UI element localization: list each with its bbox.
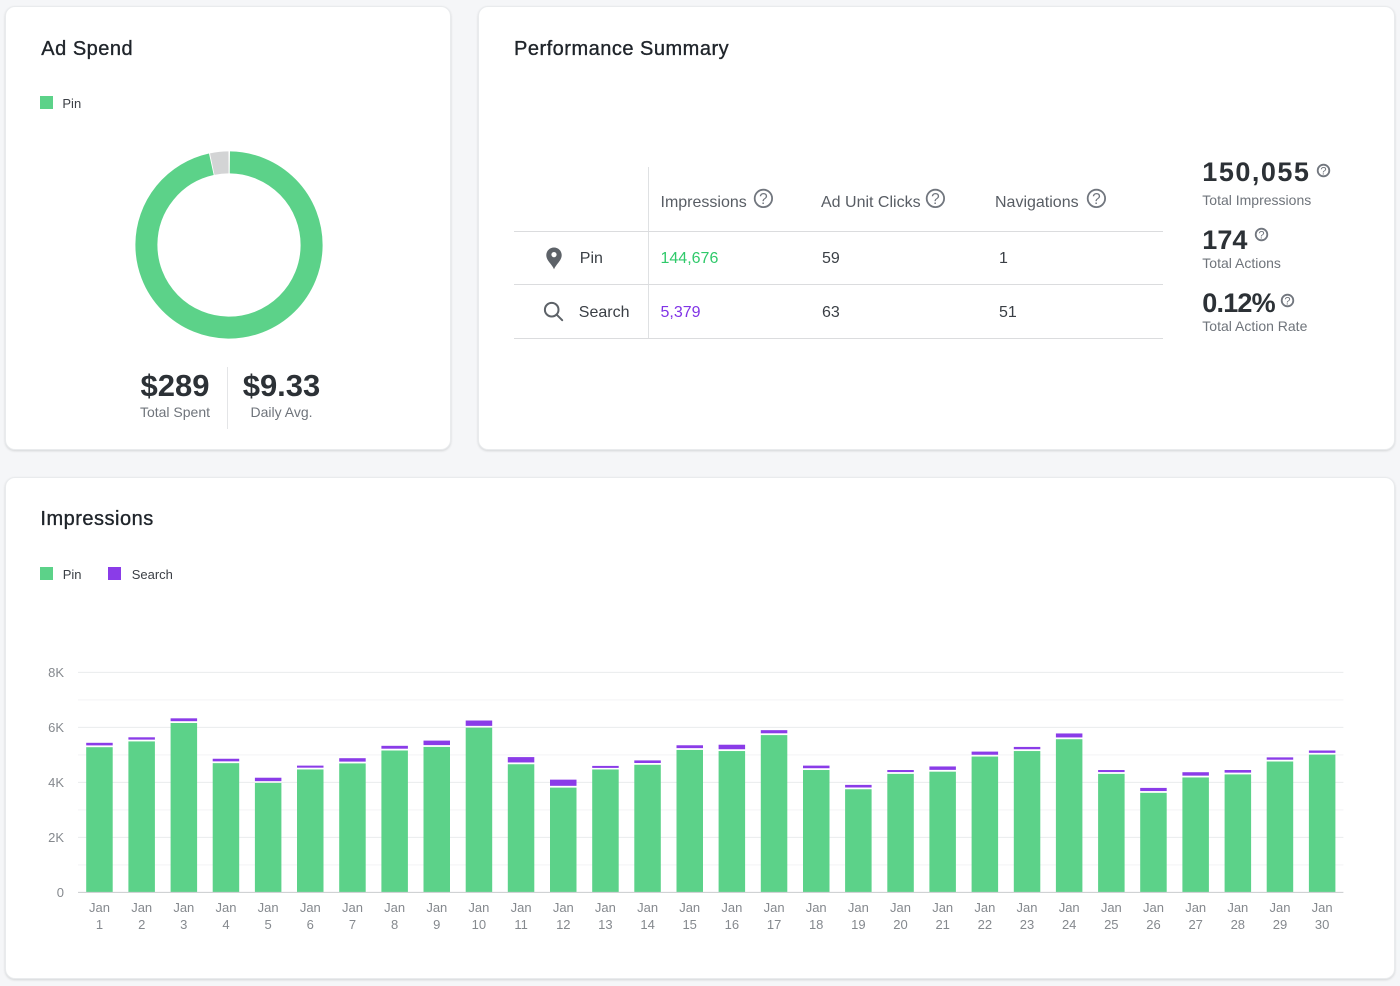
svg-text:Jan: Jan xyxy=(764,900,785,915)
svg-text:Jan: Jan xyxy=(300,900,321,915)
svg-text:16: 16 xyxy=(725,917,739,932)
svg-text:?: ? xyxy=(1285,296,1291,308)
svg-text:13: 13 xyxy=(598,917,612,932)
svg-text:Jan: Jan xyxy=(384,900,405,915)
svg-text:Jan: Jan xyxy=(426,900,447,915)
svg-text:27: 27 xyxy=(1188,917,1202,932)
svg-text:9: 9 xyxy=(433,917,440,932)
svg-text:20: 20 xyxy=(893,917,907,932)
svg-text:8: 8 xyxy=(391,917,398,932)
svg-text:Jan: Jan xyxy=(932,900,953,915)
svg-text:Jan: Jan xyxy=(511,900,532,915)
svg-text:30: 30 xyxy=(1315,917,1329,932)
svg-text:Jan: Jan xyxy=(131,900,152,915)
svg-text:Jan: Jan xyxy=(848,900,869,915)
svg-text:Jan: Jan xyxy=(258,900,279,915)
svg-text:12: 12 xyxy=(556,917,570,932)
svg-text:?: ? xyxy=(1320,165,1326,177)
svg-text:2K: 2K xyxy=(48,830,64,845)
svg-text:29: 29 xyxy=(1273,917,1287,932)
svg-text:18: 18 xyxy=(809,917,823,932)
svg-text:Jan: Jan xyxy=(89,900,110,915)
svg-text:8K: 8K xyxy=(48,665,64,680)
svg-text:Jan: Jan xyxy=(679,900,700,915)
svg-text:2: 2 xyxy=(138,917,145,932)
svg-text:Jan: Jan xyxy=(721,900,742,915)
svg-text:1: 1 xyxy=(96,917,103,932)
svg-text:Jan: Jan xyxy=(553,900,574,915)
svg-text:11: 11 xyxy=(514,917,528,932)
svg-text:Jan: Jan xyxy=(1017,900,1038,915)
svg-text:22: 22 xyxy=(978,917,992,932)
svg-text:Jan: Jan xyxy=(1143,900,1164,915)
svg-text:Jan: Jan xyxy=(595,900,616,915)
svg-text:?: ? xyxy=(931,191,940,208)
svg-text:4K: 4K xyxy=(48,775,64,790)
svg-text:?: ? xyxy=(1258,230,1264,242)
svg-text:4: 4 xyxy=(222,917,229,932)
svg-text:19: 19 xyxy=(851,917,865,932)
svg-text:Jan: Jan xyxy=(1270,900,1291,915)
svg-text:25: 25 xyxy=(1104,917,1118,932)
svg-text:Jan: Jan xyxy=(806,900,827,915)
svg-text:Jan: Jan xyxy=(173,900,194,915)
svg-text:24: 24 xyxy=(1062,917,1076,932)
svg-text:26: 26 xyxy=(1146,917,1160,932)
svg-text:21: 21 xyxy=(935,917,949,932)
svg-text:Jan: Jan xyxy=(974,900,995,915)
svg-text:6: 6 xyxy=(307,917,314,932)
svg-text:15: 15 xyxy=(682,917,696,932)
svg-text:?: ? xyxy=(759,191,768,208)
svg-text:Jan: Jan xyxy=(1227,900,1248,915)
svg-text:?: ? xyxy=(1092,191,1101,208)
svg-text:Jan: Jan xyxy=(468,900,489,915)
svg-text:Jan: Jan xyxy=(890,900,911,915)
svg-text:Jan: Jan xyxy=(216,900,237,915)
svg-text:3: 3 xyxy=(180,917,187,932)
svg-text:17: 17 xyxy=(767,917,781,932)
svg-text:28: 28 xyxy=(1231,917,1245,932)
svg-text:10: 10 xyxy=(472,917,486,932)
svg-text:Jan: Jan xyxy=(637,900,658,915)
svg-text:Jan: Jan xyxy=(1059,900,1080,915)
svg-text:7: 7 xyxy=(349,917,356,932)
svg-text:5: 5 xyxy=(264,917,271,932)
svg-text:Jan: Jan xyxy=(1312,900,1333,915)
svg-text:Jan: Jan xyxy=(342,900,363,915)
svg-text:23: 23 xyxy=(1020,917,1034,932)
svg-text:Jan: Jan xyxy=(1185,900,1206,915)
svg-text:Jan: Jan xyxy=(1101,900,1122,915)
svg-text:14: 14 xyxy=(640,917,654,932)
svg-text:6K: 6K xyxy=(48,720,64,735)
svg-text:0: 0 xyxy=(57,885,64,900)
